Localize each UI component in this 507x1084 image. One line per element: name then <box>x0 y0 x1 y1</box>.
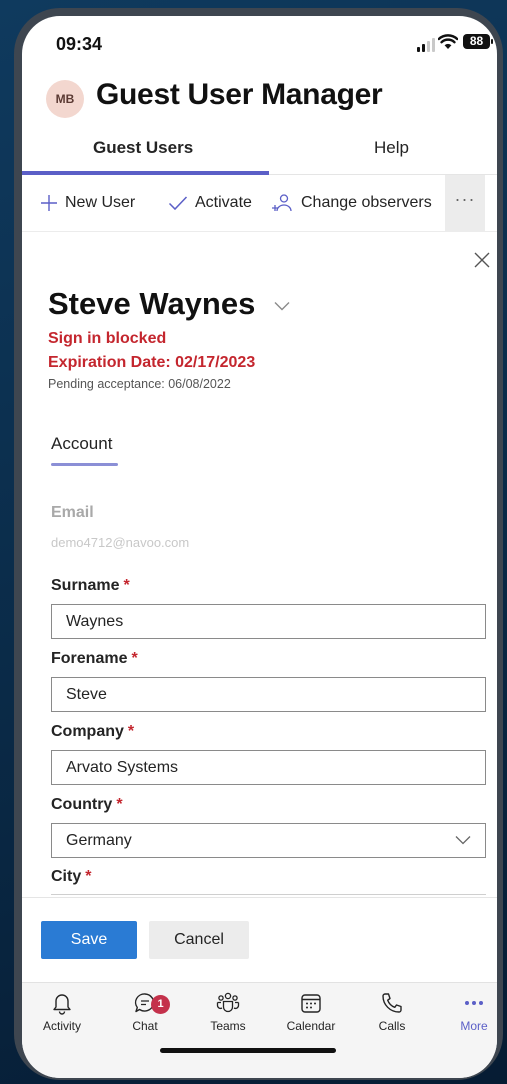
company-label: Company * <box>51 723 134 741</box>
calendar-icon <box>301 994 321 1013</box>
save-button[interactable]: Save <box>41 921 137 959</box>
nav-calendar-label: Calendar <box>286 1019 336 1033</box>
checkmark-icon <box>168 196 188 211</box>
new-user-button[interactable]: New User <box>40 175 135 231</box>
new-user-label: New User <box>65 194 136 211</box>
avatar[interactable]: MB <box>46 80 84 118</box>
person-name: Steve Waynes <box>48 286 256 321</box>
email-value: demo4712@navoo.com <box>51 535 190 550</box>
close-icon[interactable] <box>474 252 490 273</box>
account-tab-indicator <box>51 463 118 466</box>
required-marker: * <box>123 577 130 594</box>
nav-more[interactable]: More <box>434 991 497 1033</box>
country-value: Germany <box>66 832 132 849</box>
country-dropdown[interactable]: Germany <box>51 823 486 858</box>
activate-label: Activate <box>195 194 252 211</box>
phone-icon <box>382 993 402 1013</box>
nav-chat-label: Chat <box>132 1019 158 1033</box>
tab-guest-users[interactable]: Guest Users <box>93 138 193 158</box>
nav-teams-label: Teams <box>210 1019 246 1033</box>
app-screen: 09:34 88 MB Guest User Manager Guest Use… <box>22 16 497 1078</box>
chat-badge: 1 <box>151 995 170 1014</box>
command-toolbar: New User Activate Change observers ··· <box>22 175 497 232</box>
required-marker: * <box>131 650 138 667</box>
nav-more-label: More <box>460 1019 488 1033</box>
nav-chat[interactable]: Chat 1 <box>105 991 185 1033</box>
tab-help[interactable]: Help <box>374 138 409 158</box>
surname-field[interactable]: Waynes <box>51 604 486 639</box>
pending-acceptance: Pending acceptance: 06/08/2022 <box>48 377 231 391</box>
status-time: 09:34 <box>56 34 103 54</box>
home-indicator[interactable] <box>160 1048 336 1053</box>
chevron-down-icon[interactable] <box>274 298 290 316</box>
status-bar: 09:34 88 <box>22 16 497 70</box>
nav-calls-label: Calls <box>378 1019 406 1033</box>
tab-bar: Guest Users Help <box>22 128 497 175</box>
bell-icon <box>53 994 71 1015</box>
chevron-down-icon <box>455 836 471 845</box>
forename-label-text: Forename <box>51 650 128 667</box>
city-field[interactable] <box>51 894 486 895</box>
cancel-button[interactable]: Cancel <box>149 921 249 959</box>
sign-in-status: Sign in blocked <box>48 330 167 347</box>
forename-label: Forename * <box>51 650 138 668</box>
city-label: City * <box>51 868 91 886</box>
more-icon <box>465 1001 483 1005</box>
surname-label-text: Surname <box>51 577 120 594</box>
nav-activity-label: Activity <box>42 1019 81 1033</box>
nav-teams[interactable]: Teams <box>188 991 268 1033</box>
change-observers-label: Change observers <box>301 194 432 211</box>
activate-button[interactable]: Activate <box>168 175 252 231</box>
wifi-icon <box>437 34 459 55</box>
city-label-text: City <box>51 868 82 885</box>
company-label-text: Company <box>51 723 124 740</box>
required-marker: * <box>127 723 135 740</box>
plus-icon <box>41 195 57 211</box>
surname-label: Surname * <box>51 577 130 595</box>
footer-divider <box>22 897 497 898</box>
more-options-button[interactable]: ··· <box>445 175 485 231</box>
battery-icon: 88 <box>463 34 493 49</box>
required-marker: * <box>85 868 92 885</box>
signal-icon <box>417 38 435 52</box>
expiration-date: Expiration Date: 02/17/2023 <box>48 354 256 371</box>
people-add-icon <box>272 194 292 212</box>
country-label: Country * <box>51 796 123 814</box>
nav-calendar[interactable]: Calendar <box>271 991 351 1033</box>
app-title: Guest User Manager <box>96 78 383 111</box>
company-field[interactable]: Arvato Systems <box>51 750 486 785</box>
forename-field[interactable]: Steve <box>51 677 486 712</box>
country-label-text: Country <box>51 796 113 813</box>
nav-calls[interactable]: Calls <box>352 991 432 1033</box>
change-observers-button[interactable]: Change observers <box>272 175 432 231</box>
tab-account[interactable]: Account <box>51 434 112 454</box>
bottom-nav: Activity Chat 1 Teams Calendar Calls Mor… <box>22 982 497 1078</box>
required-marker: * <box>116 796 123 813</box>
teams-icon <box>216 992 240 1013</box>
nav-activity[interactable]: Activity <box>22 991 102 1033</box>
email-label: Email <box>51 504 94 521</box>
